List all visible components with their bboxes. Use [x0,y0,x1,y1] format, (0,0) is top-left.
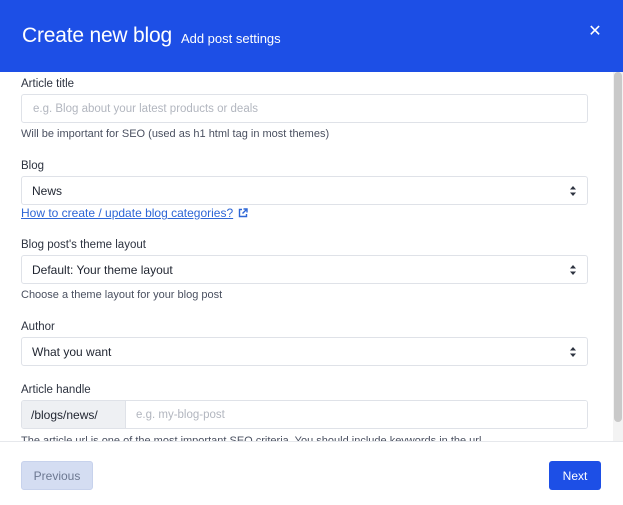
article-handle-group: /blogs/news/ [21,400,588,429]
article-handle-prefix: /blogs/news/ [22,401,126,428]
blog-categories-link[interactable]: How to create / update blog categories? [21,206,248,220]
article-title-label: Article title [21,78,75,90]
author-select-value: What you want [32,344,112,359]
modal-header: Create new blog Add post settings ✕ [0,0,623,72]
theme-layout-label: Blog post's theme layout [21,239,146,251]
theme-layout-help: Choose a theme layout for your blog post [21,289,223,301]
modal-footer: Previous Next [0,441,623,505]
blog-label: Blog [21,160,45,172]
close-icon[interactable]: ✕ [587,24,603,40]
modal-title: Create new blog [22,24,172,47]
modal-subtitle: Add post settings [180,30,281,46]
select-arrows-icon [570,186,576,196]
previous-button[interactable]: Previous [21,461,93,490]
article-title-input[interactable] [21,94,588,123]
article-handle-help: The article url is one of the most impor… [21,435,482,441]
blog-select[interactable]: News [21,176,588,205]
article-title-help: Will be important for SEO (used as h1 ht… [21,128,330,140]
author-label: Author [21,321,55,333]
external-link-icon [238,208,248,218]
article-handle-label: Article handle [21,384,91,396]
blog-select-value: News [32,183,63,198]
author-select[interactable]: What you want [21,337,588,366]
blog-categories-link-text: How to create / update blog categories? [21,206,234,220]
next-button[interactable]: Next [549,461,601,490]
select-arrows-icon [570,265,576,275]
select-arrows-icon [570,347,576,357]
theme-layout-select[interactable]: Default: Your theme layout [21,255,588,284]
theme-layout-select-value: Default: Your theme layout [32,262,173,277]
scrollbar-thumb[interactable] [614,72,622,422]
article-handle-input[interactable] [126,401,587,428]
